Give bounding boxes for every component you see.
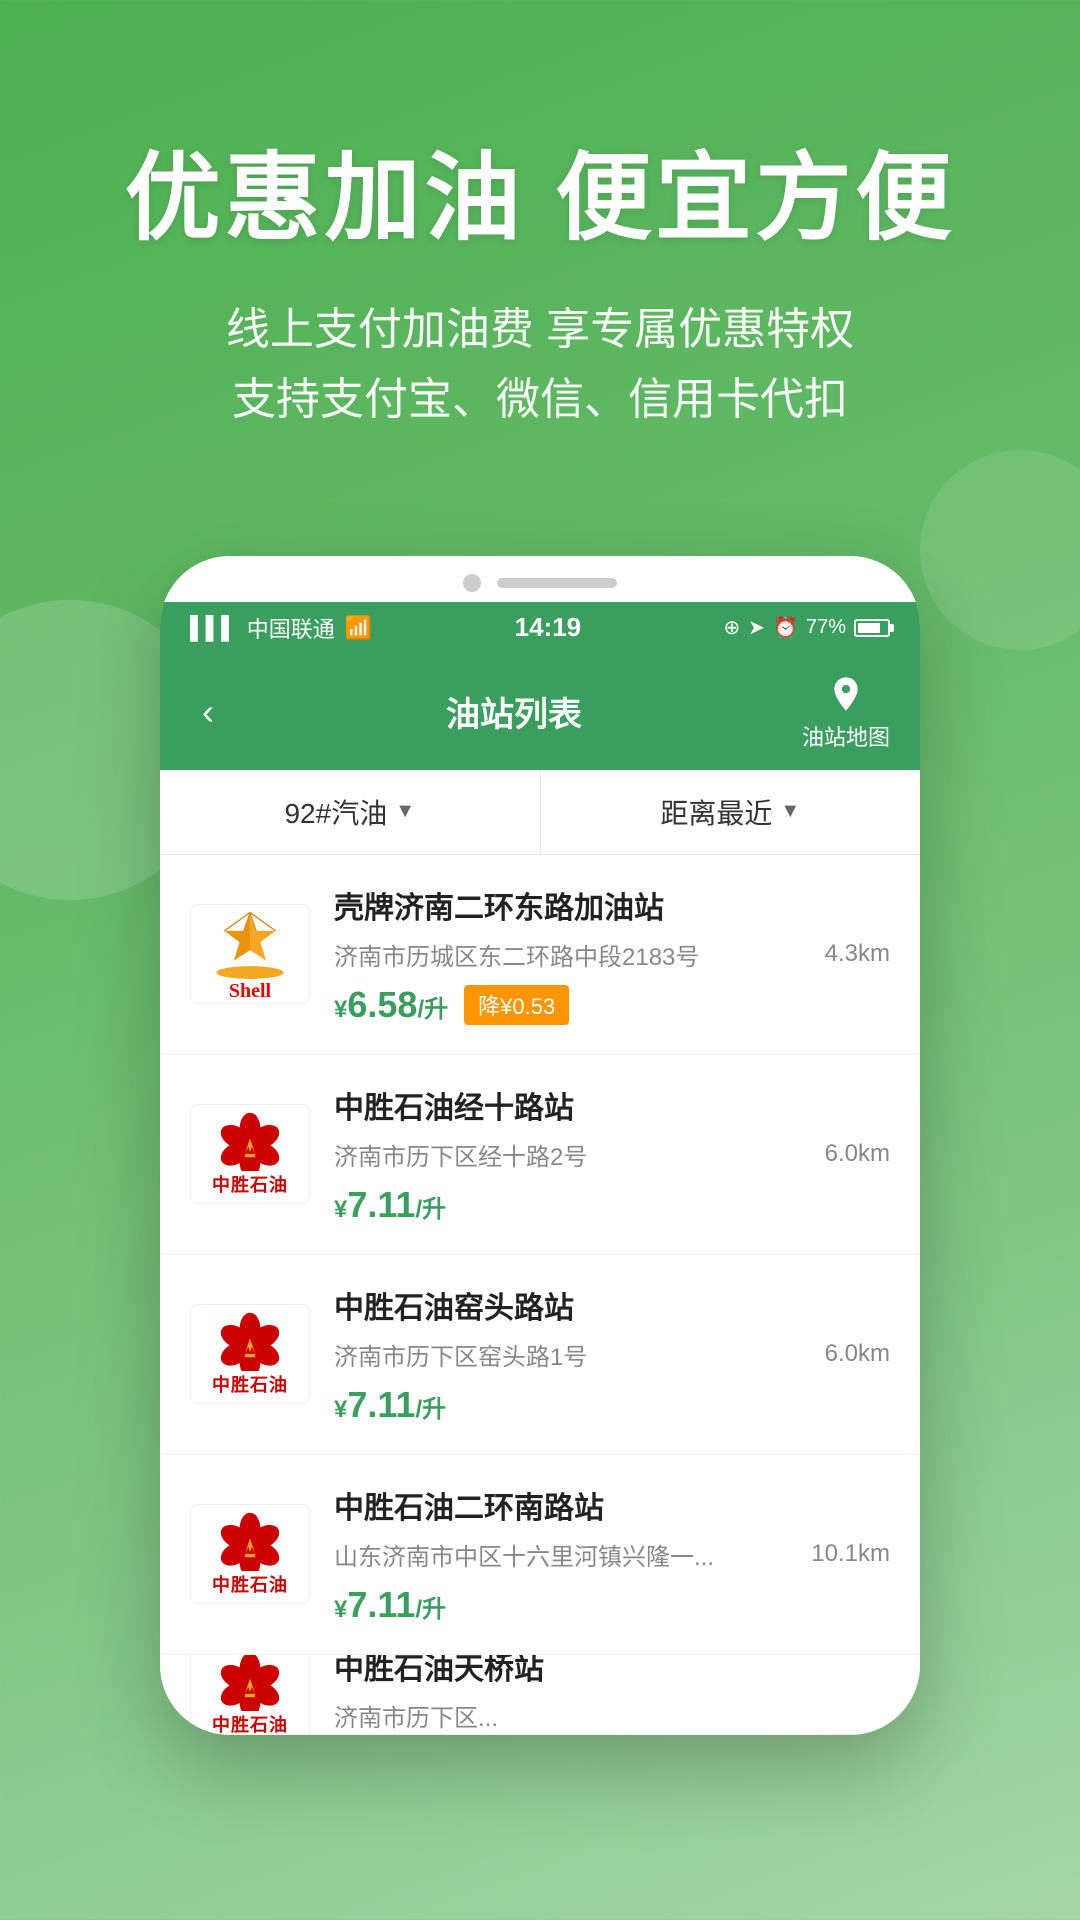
- back-button[interactable]: ‹: [190, 687, 226, 737]
- station-item-1[interactable]: Shell 壳牌济南二环东路加油站 济南市历城区东二环路中段2183号 4.3k…: [160, 855, 920, 1055]
- zhongsheng-text-1: 中胜石油: [212, 1171, 288, 1197]
- status-right: ⊕ ➤ ⏰ 77%: [724, 615, 890, 640]
- status-time: 14:19: [515, 612, 582, 643]
- station-info-2: 中胜石油经十路站 济南市历下区经十路2号 6.0km ¥7.11/升: [334, 1083, 890, 1226]
- station-price-row-2: ¥7.11/升: [334, 1184, 890, 1226]
- zhongsheng-logo-svg-2: [215, 1311, 285, 1371]
- station-price-1: ¥6.58/升: [334, 984, 448, 1026]
- station-address-row-5: 济南市历下区...: [334, 1698, 890, 1733]
- station-logo-zhongsheng-3: 中胜石油: [190, 1504, 310, 1604]
- station-price-4: ¥7.11/升: [334, 1584, 446, 1626]
- hero-subtitle-line1: 线上支付加油费 享专属优惠特权: [60, 295, 1020, 365]
- battery-pct: 77%: [806, 616, 846, 639]
- station-name-3: 中胜石油窑头路站: [334, 1283, 890, 1327]
- phone-notch: [160, 556, 920, 602]
- status-left: ▌▌▌ 中国联通 📶: [190, 612, 372, 644]
- signal-icon: ▌▌▌: [190, 615, 237, 641]
- station-address-row-4: 山东济南市中区十六里河镇兴隆一... 10.1km: [334, 1537, 890, 1572]
- shell-text: Shell: [229, 980, 271, 1003]
- zhongsheng-text-3: 中胜石油: [212, 1571, 288, 1597]
- map-label: 油站地图: [802, 720, 890, 752]
- station-logo-shell: Shell: [190, 904, 310, 1004]
- alarm-icon: ⏰: [773, 615, 798, 640]
- station-address-3: 济南市历下区窑头路1号: [334, 1337, 587, 1372]
- station-logo-zhongsheng-2: 中胜石油: [190, 1304, 310, 1404]
- station-item-5[interactable]: 中胜石油 中胜石油天桥站 济南市历下区...: [160, 1655, 920, 1735]
- station-logo-zhongsheng-4: 中胜石油: [190, 1655, 310, 1735]
- station-name-1: 壳牌济南二环东路加油站: [334, 883, 890, 927]
- station-distance-1: 4.3km: [825, 940, 890, 968]
- zhongsheng-text-4: 中胜石油: [212, 1711, 288, 1735]
- phone-speaker: [497, 578, 617, 588]
- battery-fill: [858, 623, 880, 633]
- station-name-5: 中胜石油天桥站: [334, 1655, 890, 1688]
- station-item-4[interactable]: 中胜石油 中胜石油二环南路站 山东济南市中区十六里河镇兴隆一... 10.1km…: [160, 1455, 920, 1655]
- wifi-icon: 📶: [345, 615, 372, 641]
- map-icon: [824, 672, 868, 716]
- fuel-type-filter[interactable]: 92#汽油 ▼: [160, 770, 541, 854]
- battery-icon: [854, 619, 890, 637]
- hero-subtitle: 线上支付加油费 享专属优惠特权 支持支付宝、微信、信用卡代扣: [60, 295, 1020, 436]
- app-header: ‹ 油站列表 油站地图: [160, 654, 920, 770]
- station-price-row-1: ¥6.58/升 降¥0.53: [334, 984, 890, 1026]
- shell-logo-svg: [210, 905, 290, 984]
- zhongsheng-logo-svg-1: [215, 1111, 285, 1171]
- station-list: Shell 壳牌济南二环东路加油站 济南市历城区东二环路中段2183号 4.3k…: [160, 855, 920, 1735]
- station-price-row-3: ¥7.11/升: [334, 1384, 890, 1426]
- hero-section: 优惠加油 便宜方便 线上支付加油费 享专属优惠特权 支持支付宝、微信、信用卡代扣: [0, 0, 1080, 496]
- station-price-row-4: ¥7.11/升: [334, 1584, 890, 1626]
- station-address-row-2: 济南市历下区经十路2号 6.0km: [334, 1137, 890, 1172]
- station-price-2: ¥7.11/升: [334, 1184, 446, 1226]
- sort-filter[interactable]: 距离最近 ▼: [541, 770, 921, 854]
- carrier-label: 中国联通: [247, 612, 335, 644]
- phone-frame: ▌▌▌ 中国联通 📶 14:19 ⊕ ➤ ⏰ 77% ‹ 油站列表: [160, 556, 920, 1735]
- station-logo-zhongsheng-1: 中胜石油: [190, 1104, 310, 1204]
- station-distance-4: 10.1km: [811, 1540, 890, 1568]
- station-item-2[interactable]: 中胜石油 中胜石油经十路站 济南市历下区经十路2号 6.0km ¥7.11/升: [160, 1055, 920, 1255]
- station-name-4: 中胜石油二环南路站: [334, 1483, 890, 1527]
- station-name-2: 中胜石油经十路站: [334, 1083, 890, 1127]
- hero-subtitle-line2: 支持支付宝、微信、信用卡代扣: [60, 365, 1020, 435]
- zhongsheng-logo-svg-3: [215, 1511, 285, 1571]
- map-button[interactable]: 油站地图: [802, 672, 890, 752]
- phone-mockup: ▌▌▌ 中国联通 📶 14:19 ⊕ ➤ ⏰ 77% ‹ 油站列表: [0, 556, 1080, 1735]
- station-info-5: 中胜石油天桥站 济南市历下区...: [334, 1655, 890, 1735]
- status-bar: ▌▌▌ 中国联通 📶 14:19 ⊕ ➤ ⏰ 77%: [160, 602, 920, 654]
- zhongsheng-logo-svg-4: [215, 1655, 285, 1712]
- filter-bar: 92#汽油 ▼ 距离最近 ▼: [160, 770, 920, 855]
- sort-label: 距离最近: [660, 792, 772, 832]
- phone-camera: [463, 574, 481, 592]
- header-title: 油站列表: [446, 687, 582, 736]
- fuel-dropdown-arrow: ▼: [395, 800, 415, 823]
- station-info-4: 中胜石油二环南路站 山东济南市中区十六里河镇兴隆一... 10.1km ¥7.1…: [334, 1483, 890, 1626]
- station-address-row-1: 济南市历城区东二环路中段2183号 4.3km: [334, 937, 890, 972]
- station-address-4: 山东济南市中区十六里河镇兴隆一...: [334, 1537, 714, 1572]
- fuel-type-label: 92#汽油: [284, 792, 387, 832]
- station-distance-2: 6.0km: [825, 1140, 890, 1168]
- sort-dropdown-arrow: ▼: [780, 800, 800, 823]
- nav-icon: ➤: [748, 615, 765, 640]
- station-info-1: 壳牌济南二环东路加油站 济南市历城区东二环路中段2183号 4.3km ¥6.5…: [334, 883, 890, 1026]
- discount-badge-1: 降¥0.53: [464, 985, 569, 1025]
- station-info-3: 中胜石油窑头路站 济南市历下区窑头路1号 6.0km ¥7.11/升: [334, 1283, 890, 1426]
- zhongsheng-text-2: 中胜石油: [212, 1371, 288, 1397]
- station-item-3[interactable]: 中胜石油 中胜石油窑头路站 济南市历下区窑头路1号 6.0km ¥7.11/升: [160, 1255, 920, 1455]
- location-icon: ⊕: [724, 615, 741, 640]
- station-address-1: 济南市历城区东二环路中段2183号: [334, 937, 699, 972]
- station-address-row-3: 济南市历下区窑头路1号 6.0km: [334, 1337, 890, 1372]
- station-address-2: 济南市历下区经十路2号: [334, 1137, 587, 1172]
- station-price-3: ¥7.11/升: [334, 1384, 446, 1426]
- station-address-5: 济南市历下区...: [334, 1698, 498, 1733]
- station-distance-3: 6.0km: [825, 1340, 890, 1368]
- hero-title: 优惠加油 便宜方便: [60, 120, 1020, 259]
